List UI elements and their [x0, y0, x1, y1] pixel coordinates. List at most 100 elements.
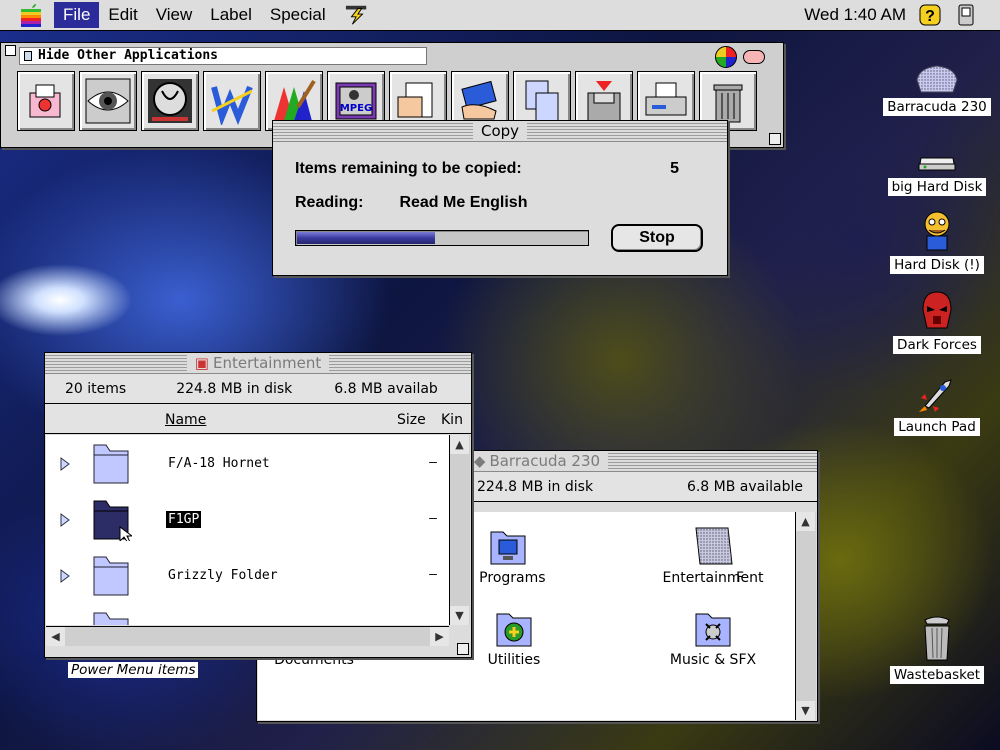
scroll-down-arrow-icon[interactable]: ▼	[796, 701, 815, 720]
column-kind[interactable]: Kin	[441, 412, 463, 428]
column-size[interactable]: Size	[397, 412, 426, 428]
folder-icon	[736, 518, 796, 570]
desktop-icon-wastebasket[interactable]: Wastebasket	[882, 614, 992, 684]
menu-bar: File Edit View Label Special Wed 1:40 AM…	[0, 0, 1000, 31]
f-folder[interactable]: F	[736, 518, 796, 586]
entertainment-item-count: 20 items	[65, 380, 127, 397]
entertainment-small-icon: ▣	[194, 354, 209, 372]
entertainment-info-bar: 20 items 224.8 MB in disk 6.8 MB availab	[45, 374, 471, 404]
eye-icon[interactable]	[79, 71, 137, 131]
desktop-icon-label: Barracuda 230	[883, 98, 991, 116]
power-menu-items-label[interactable]: Power Menu items	[68, 662, 199, 678]
items-remaining-label: Items remaining to be copied:	[295, 160, 522, 177]
rocket-icon	[882, 374, 992, 414]
help-icon[interactable]: ?	[918, 3, 942, 27]
desktop-icon-label: big Hard Disk	[887, 178, 987, 196]
launcher-grow-box[interactable]	[769, 133, 781, 145]
color-wheel-icon[interactable]	[715, 46, 737, 68]
entertainment-title: ▣ Entertainment	[186, 354, 330, 372]
barracuda-disk-used: 224.8 MB in disk	[477, 478, 594, 495]
music-sfx-folder[interactable]: Music & SFX	[643, 600, 783, 668]
scroll-up-arrow-icon[interactable]: ▲	[796, 512, 815, 531]
menu-label[interactable]: Label	[201, 2, 261, 28]
desktop-icon-dark-forces[interactable]: Dark Forces	[882, 291, 992, 354]
column-name[interactable]: Name	[165, 412, 206, 428]
music-sfx-folder-label: Music & SFX	[669, 652, 757, 668]
entertainment-horizontal-scrollbar[interactable]: ◀ ▶	[46, 626, 449, 646]
disk-icon	[882, 54, 992, 94]
disclosure-triangle-icon[interactable]	[60, 457, 70, 475]
stop-button[interactable]: Stop	[611, 224, 703, 252]
copy-dialog: Copy Items remaining to be copied: 5 Rea…	[272, 120, 728, 276]
list-item[interactable]	[46, 603, 449, 625]
svg-text:?: ?	[925, 8, 935, 25]
desktop-icon-label: Launch Pad	[894, 418, 980, 436]
hard-disk-icon	[882, 134, 992, 174]
pill-toggle-icon[interactable]	[743, 50, 765, 64]
application-menu-icon[interactable]	[954, 3, 978, 27]
folder-icon	[90, 553, 132, 601]
stormtrooper-icon	[882, 291, 992, 332]
launcher-close-box[interactable]	[5, 45, 16, 56]
scroll-left-arrow-icon[interactable]: ◀	[46, 627, 65, 646]
entertainment-available: 6.8 MB availab	[334, 380, 438, 397]
disclosure-triangle-icon[interactable]	[60, 513, 70, 531]
f-folder-label: F	[736, 570, 745, 586]
items-remaining-count: 5	[670, 160, 679, 177]
menu-special[interactable]: Special	[261, 2, 335, 28]
menu-view[interactable]: View	[147, 2, 202, 28]
menu-file[interactable]: File	[54, 2, 100, 28]
entertainment-vertical-scrollbar[interactable]: ▲ ▼	[449, 435, 470, 625]
list-item[interactable]: Grizzly Folder –	[46, 547, 449, 603]
desktop-icon-label: Hard Disk (!)	[890, 256, 984, 274]
barracuda-title: ◆ Barracuda 230	[465, 452, 609, 470]
list-item-selected[interactable]: F1GP –	[46, 491, 449, 547]
lightning-extension-icon[interactable]	[345, 3, 369, 27]
apple-menu-icon[interactable]	[18, 3, 44, 27]
disclosure-triangle-icon[interactable]	[60, 569, 70, 587]
desktop-icon-label: Wastebasket	[889, 666, 985, 684]
menu-edit[interactable]: Edit	[99, 2, 146, 28]
entertainment-disk-used: 224.8 MB in disk	[176, 380, 293, 397]
music-folder-icon	[643, 600, 783, 652]
list-item-size: –	[429, 567, 437, 582]
scroll-down-arrow-icon[interactable]: ▼	[450, 606, 469, 625]
barracuda-vertical-scrollbar[interactable]: ▲ ▼	[795, 512, 816, 720]
list-item-name: F/A-18 Hornet	[168, 456, 270, 471]
disk-small-icon: ◆	[473, 452, 486, 470]
hide-other-applications-bar[interactable]: Hide Other Applications	[19, 46, 427, 65]
entertainment-grow-box[interactable]	[457, 643, 469, 655]
desktop-icon-barracuda[interactable]: Barracuda 230	[882, 54, 992, 116]
list-item-name: F1GP	[166, 511, 202, 528]
folder-icon	[90, 441, 132, 489]
hide-box-icon	[24, 50, 32, 61]
scroll-up-arrow-icon[interactable]: ▲	[450, 435, 469, 454]
scroll-right-arrow-icon[interactable]: ▶	[430, 627, 449, 646]
clock-face-icon[interactable]	[141, 71, 199, 131]
copy-progress-bar	[295, 230, 589, 246]
list-item[interactable]: F/A-18 Hornet –	[46, 435, 449, 491]
desktop-icon-label: Dark Forces	[893, 336, 981, 354]
desktop-icon-hard-disk[interactable]: Hard Disk (!)	[882, 211, 992, 274]
list-item-name: Grizzly Folder	[168, 568, 278, 583]
desktop-icon-big-hard-disk[interactable]: big Hard Disk	[882, 134, 992, 196]
w-letter-icon[interactable]	[203, 71, 261, 131]
entertainment-column-headers: Name Size Kin	[45, 404, 471, 434]
folder-icon	[90, 609, 132, 625]
copy-progress-fill	[297, 232, 436, 244]
reading-label: Reading:	[295, 194, 364, 211]
barracuda-available: 6.8 MB available	[686, 478, 803, 495]
folder-icon	[90, 497, 134, 545]
svg-text:MPEG: MPEG	[340, 103, 372, 114]
entertainment-titlebar[interactable]: ▣ Entertainment	[45, 353, 471, 374]
trash-can-icon	[882, 614, 992, 662]
entertainment-window: ▣ Entertainment 20 items 224.8 MB in dis…	[44, 352, 472, 658]
copy-titlebar[interactable]: Copy	[273, 121, 727, 142]
desktop-icon-launch-pad[interactable]: Launch Pad	[882, 374, 992, 436]
menubar-clock[interactable]: Wed 1:40 AM	[804, 5, 906, 25]
app-1-icon[interactable]	[17, 71, 75, 131]
list-item-size: –	[429, 455, 437, 470]
hide-other-applications-label: Hide Other Applications	[38, 48, 219, 63]
reading-file-name: Read Me English	[399, 194, 528, 211]
entertainment-list: F/A-18 Hornet – F1GP – Grizzly Folder –	[46, 435, 449, 625]
